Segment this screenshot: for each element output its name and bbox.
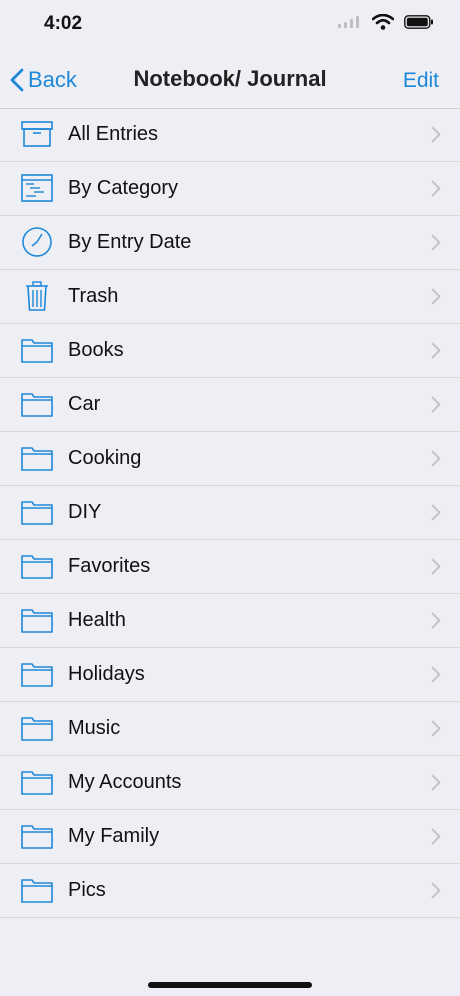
folder-icon <box>20 604 54 636</box>
list-item-diy[interactable]: DIY <box>0 486 460 540</box>
list-item-favorites[interactable]: Favorites <box>0 540 460 594</box>
folder-icon <box>20 388 54 420</box>
clock-icon <box>20 226 54 258</box>
status-bar: 4:02 <box>0 0 460 50</box>
list-item-by-entry-date[interactable]: By Entry Date <box>0 216 460 270</box>
list-item-holidays[interactable]: Holidays <box>0 648 460 702</box>
wifi-icon <box>372 14 394 30</box>
list-item-label: Health <box>68 609 126 631</box>
list-item-label: All Entries <box>68 123 159 145</box>
list-item-pics[interactable]: Pics <box>0 864 460 918</box>
chevron-right-icon <box>431 396 441 413</box>
folder-icon <box>20 874 54 906</box>
home-indicator <box>148 982 312 988</box>
chevron-right-icon <box>431 450 441 467</box>
folder-icon <box>20 766 54 798</box>
folder-icon <box>20 550 54 582</box>
page-title: Notebook/ Journal <box>133 66 327 91</box>
category-list: All Entries By Category By Entry Date Trash… <box>0 108 460 918</box>
chevron-right-icon <box>431 126 441 143</box>
battery-icon <box>404 15 433 29</box>
chevron-right-icon <box>431 720 441 737</box>
list-item-label: Pics <box>68 879 106 901</box>
folder-icon <box>20 820 54 852</box>
chevron-right-icon <box>431 342 441 359</box>
list-item-label: Cooking <box>68 447 142 469</box>
list-item-label: My Accounts <box>68 771 182 793</box>
list-item-label: DIY <box>68 501 102 523</box>
list-item-my-family[interactable]: My Family <box>0 810 460 864</box>
folder-icon <box>20 712 54 744</box>
list-item-label: Books <box>68 339 124 361</box>
list-item-label: Favorites <box>68 555 151 577</box>
list-item-all-entries[interactable]: All Entries <box>0 108 460 162</box>
status-time: 4:02 <box>44 13 83 34</box>
chevron-right-icon <box>431 882 441 899</box>
list-item-label: Trash <box>68 285 119 307</box>
list-item-my-accounts[interactable]: My Accounts <box>0 756 460 810</box>
chevron-right-icon <box>431 558 441 575</box>
chevron-right-icon <box>431 504 441 521</box>
list-item-by-category[interactable]: By Category <box>0 162 460 216</box>
signal-icon <box>338 16 359 28</box>
list-item-label: Holidays <box>68 663 145 685</box>
folder-icon <box>20 658 54 690</box>
status-icons <box>338 14 434 30</box>
list-item-cooking[interactable]: Cooking <box>0 432 460 486</box>
folder-icon <box>20 334 54 366</box>
chevron-right-icon <box>431 612 441 629</box>
edit-button[interactable]: Edit <box>403 69 439 93</box>
chevron-right-icon <box>431 234 441 251</box>
list-item-music[interactable]: Music <box>0 702 460 756</box>
list-item-label: Music <box>68 717 121 739</box>
chevron-right-icon <box>431 828 441 845</box>
folder-icon <box>20 442 54 474</box>
list-item-trash[interactable]: Trash <box>0 270 460 324</box>
chevron-right-icon <box>431 774 441 791</box>
category-list-icon <box>20 172 54 204</box>
list-item-label: Car <box>68 393 101 415</box>
list-item-label: By Entry Date <box>68 231 192 253</box>
list-item-car[interactable]: Car <box>0 378 460 432</box>
archive-box-icon <box>20 118 54 150</box>
chevron-right-icon <box>431 180 441 197</box>
list-item-label: By Category <box>68 177 179 199</box>
chevron-right-icon <box>431 288 441 305</box>
list-item-health[interactable]: Health <box>0 594 460 648</box>
list-item-books[interactable]: Books <box>0 324 460 378</box>
trash-icon <box>20 280 54 312</box>
navigation-bar: Back Notebook/ Journal Edit <box>0 52 460 109</box>
list-item-label: My Family <box>68 825 160 847</box>
folder-icon <box>20 496 54 528</box>
chevron-right-icon <box>431 666 441 683</box>
